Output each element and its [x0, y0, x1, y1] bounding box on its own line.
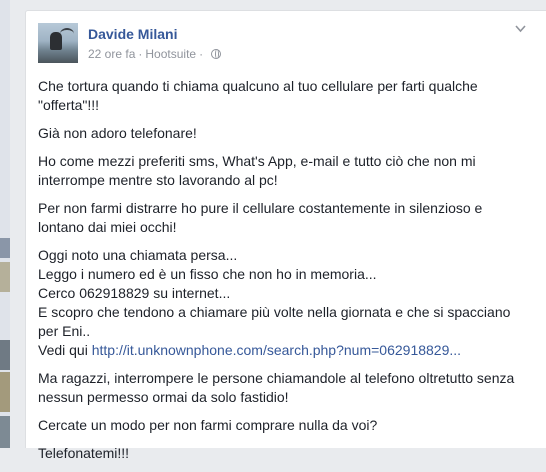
- post-body: Che tortura quando ti chiama qualcuno al…: [38, 77, 528, 472]
- post-line: E scopro che tendono a chiamare più volt…: [38, 304, 511, 339]
- post-timestamp[interactable]: 22 ore fa: [88, 47, 135, 61]
- thumbnail-edge: [0, 416, 10, 448]
- post-line: Leggo i numero ed è un fisso che non ho …: [38, 266, 377, 282]
- thumbnail-edge: [0, 262, 10, 292]
- thumbnail-edge: [0, 238, 10, 258]
- post-paragraph: Oggi noto una chiamata persa... Leggo i …: [38, 246, 528, 360]
- post-meta: 22 ore fa · Hootsuite ·: [88, 47, 222, 61]
- post-paragraph: Ho come mezzi preferiti sms, What's App,…: [38, 153, 476, 188]
- post-source[interactable]: Hootsuite: [145, 47, 196, 61]
- meta-separator: ·: [138, 47, 143, 61]
- avatar-image-detail: [50, 32, 62, 50]
- post-paragraph: Ma ragazzi, interrompere le persone chia…: [38, 370, 515, 405]
- external-link[interactable]: http://it.unknownphone.com/search.php?nu…: [92, 342, 461, 358]
- post-paragraph: Che tortura quando ti chiama qualcuno al…: [38, 78, 478, 113]
- globe-icon[interactable]: [211, 49, 222, 59]
- thumbnail-edge: [0, 340, 10, 370]
- post-paragraph: Telefonatemi!!!: [38, 445, 130, 461]
- post-paragraph: Per non farmi distrarre ho pure il cellu…: [38, 200, 483, 235]
- post-card: Davide Milani 22 ore fa · Hootsuite · Ch…: [25, 10, 546, 461]
- left-column-edge: [0, 0, 10, 448]
- post-paragraph: Cercate un modo per non farmi comprare n…: [38, 417, 378, 433]
- post-line: Vedi qui: [38, 342, 92, 358]
- thumbnail-edge: [0, 372, 10, 412]
- author-name[interactable]: Davide Milani: [88, 26, 177, 42]
- meta-separator: ·: [199, 47, 204, 61]
- post-line: Cerco 062918829 su internet...: [38, 285, 231, 301]
- avatar-image-detail: [60, 28, 74, 40]
- avatar[interactable]: [38, 23, 78, 63]
- chevron-down-icon[interactable]: [515, 25, 526, 34]
- post-paragraph: Già non adoro telefonare!: [38, 125, 197, 141]
- post-line: Oggi noto una chiamata persa...: [38, 247, 238, 263]
